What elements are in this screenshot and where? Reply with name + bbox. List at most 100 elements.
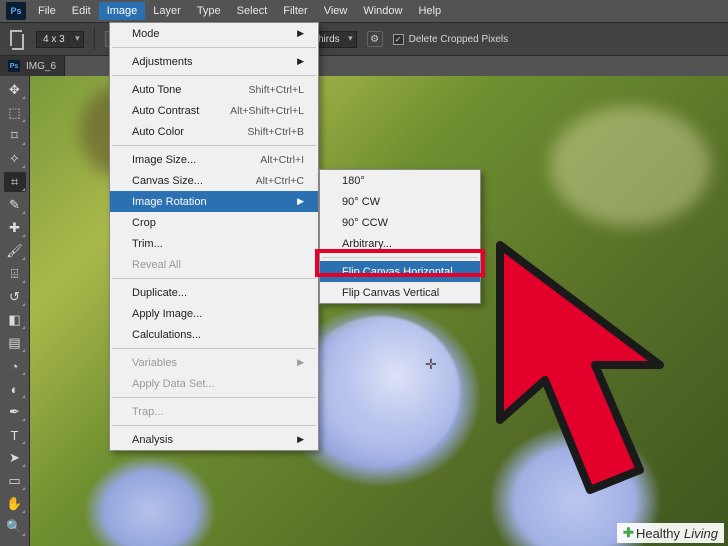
submenu-arrow-icon: ▶ <box>297 28 304 39</box>
marquee-tool[interactable]: ⬚ <box>4 103 26 123</box>
menu-edit[interactable]: Edit <box>64 2 99 20</box>
image-menu-item[interactable]: Adjustments ▶ <box>110 51 318 72</box>
menu-item-label: Adjustments <box>132 56 193 68</box>
menu-shortcut: Alt+Ctrl+I <box>260 154 304 166</box>
pen-tool[interactable]: ✒ <box>4 402 26 422</box>
menu-item-label: 90° CCW <box>342 217 388 229</box>
menu-item-label: Canvas Size... <box>132 175 203 187</box>
document-tab[interactable]: Ps IMG_6 <box>0 56 65 76</box>
wand-tool[interactable]: ✧ <box>4 149 26 169</box>
rectangle-tool[interactable]: ▭ <box>4 471 26 491</box>
lasso-tool[interactable]: ⌑ <box>4 126 26 146</box>
menu-layer[interactable]: Layer <box>145 2 189 20</box>
bg-blur <box>550 106 710 226</box>
rotation-menu-item[interactable]: 90° CW <box>320 191 480 212</box>
menu-shortcut: Alt+Ctrl+C <box>256 175 304 187</box>
crop-tool[interactable]: ⌗ <box>4 172 26 192</box>
tools-panel: ✥ ⬚ ⌑ ✧ ⌗ ✎ ✚ 🖌 ⌹ ↺ ◧ ▤ ◔ ◐ ✒ T ➤ ▭ ✋ 🔍 <box>0 76 30 546</box>
menu-item-label: Image Rotation <box>132 196 207 208</box>
menu-separator <box>112 145 316 146</box>
delete-cropped-label: Delete Cropped Pixels <box>409 34 509 45</box>
image-menu-item[interactable]: Mode ▶ <box>110 23 318 44</box>
hand-tool[interactable]: ✋ <box>4 494 26 514</box>
image-menu: Mode▶Adjustments▶Auto ToneShift+Ctrl+LAu… <box>109 22 319 451</box>
delete-cropped-checkbox[interactable]: ✓ <box>393 34 404 45</box>
image-menu-item: Variables▶ <box>110 352 318 373</box>
menu-item-label: Arbitrary... <box>342 238 392 250</box>
menu-shortcut: Shift+Ctrl+B <box>247 126 304 138</box>
menu-item-label: Crop <box>132 217 156 229</box>
rotation-menu-item[interactable]: Flip Canvas Horizontal <box>320 261 480 282</box>
menubar: Ps FileEditImageLayerTypeSelectFilterVie… <box>0 0 728 22</box>
image-menu-item[interactable]: Trim... <box>110 233 318 254</box>
menu-view[interactable]: View <box>316 2 356 20</box>
image-menu-item[interactable]: Canvas Size... Alt+Ctrl+C <box>110 170 318 191</box>
move-tool[interactable]: ✥ <box>4 80 26 100</box>
rotation-menu-item[interactable]: 180° <box>320 170 480 191</box>
menu-item-label: Flip Canvas Vertical <box>342 287 439 299</box>
menu-item-label: Duplicate... <box>132 287 187 299</box>
image-menu-item[interactable]: Calculations... <box>110 324 318 345</box>
dodge-tool[interactable]: ◐ <box>4 379 26 399</box>
history-brush-tool[interactable]: ↺ <box>4 287 26 307</box>
menu-separator <box>322 257 478 258</box>
image-menu-item[interactable]: Auto ContrastAlt+Shift+Ctrl+L <box>110 100 318 121</box>
eyedropper-tool[interactable]: ✎ <box>4 195 26 215</box>
menu-item-label: Image Size... <box>132 154 196 166</box>
rotation-menu-item[interactable]: 90° CCW <box>320 212 480 233</box>
menu-item-label: Apply Image... <box>132 308 202 320</box>
menu-separator <box>112 75 316 76</box>
image-menu-item[interactable]: Image Size... Alt+Ctrl+I <box>110 149 318 170</box>
menu-filter[interactable]: Filter <box>275 2 315 20</box>
image-menu-item[interactable]: Auto ColorShift+Ctrl+B <box>110 121 318 142</box>
menu-item-label: Calculations... <box>132 329 201 341</box>
image-menu-item[interactable]: Auto Tone Shift+Ctrl+L <box>110 79 318 100</box>
menu-shortcut: Shift+Ctrl+L <box>249 84 304 96</box>
zoom-tool[interactable]: 🔍 <box>4 517 26 537</box>
stamp-tool[interactable]: ⌹ <box>4 264 26 284</box>
menu-item-label: 90° CW <box>342 196 380 208</box>
menu-select[interactable]: Select <box>229 2 276 20</box>
rotation-menu-item[interactable]: Flip Canvas Vertical <box>320 282 480 303</box>
image-content <box>85 456 215 546</box>
type-tool[interactable]: T <box>4 425 26 445</box>
menu-item-label: Auto Tone <box>132 84 181 96</box>
menu-item-label: Trim... <box>132 238 163 250</box>
gradient-tool[interactable]: ▤ <box>4 333 26 353</box>
image-menu-item[interactable]: Image Rotation▶ <box>110 191 318 212</box>
image-menu-item[interactable]: Analysis▶ <box>110 429 318 450</box>
submenu-arrow-icon: ▶ <box>297 56 304 67</box>
separator <box>94 28 95 50</box>
image-menu-item[interactable]: Duplicate... <box>110 282 318 303</box>
aspect-ratio-select[interactable]: 4 x 3 <box>36 31 84 48</box>
menu-separator <box>112 425 316 426</box>
menu-image[interactable]: Image <box>99 2 146 20</box>
path-select-tool[interactable]: ➤ <box>4 448 26 468</box>
menu-item-label: Variables <box>132 357 177 369</box>
menu-separator <box>112 348 316 349</box>
watermark-text2: Living <box>684 526 718 541</box>
menu-item-label: Mode <box>132 28 160 40</box>
menu-file[interactable]: File <box>30 2 64 20</box>
plus-icon: ✚ <box>623 525 634 541</box>
menu-separator <box>112 278 316 279</box>
rotation-menu-item[interactable]: Arbitrary... <box>320 233 480 254</box>
image-menu-item[interactable]: Apply Image... <box>110 303 318 324</box>
image-menu-item: Trap... <box>110 401 318 422</box>
submenu-arrow-icon: ▶ <box>297 434 304 445</box>
image-menu-item: Apply Data Set... <box>110 373 318 394</box>
menu-item-label: 180° <box>342 175 365 187</box>
menu-help[interactable]: Help <box>410 2 449 20</box>
menu-window[interactable]: Window <box>355 2 410 20</box>
menu-item-label: Trap... <box>132 406 163 418</box>
healing-tool[interactable]: ✚ <box>4 218 26 238</box>
ps-doc-icon: Ps <box>8 60 20 72</box>
image-menu-item[interactable]: Crop <box>110 212 318 233</box>
gear-icon[interactable]: ⚙ <box>367 31 383 47</box>
menu-type[interactable]: Type <box>189 2 229 20</box>
eraser-tool[interactable]: ◧ <box>4 310 26 330</box>
watermark-text1: Healthy <box>636 526 680 541</box>
brush-tool[interactable]: 🖌 <box>4 241 26 261</box>
blur-tool[interactable]: ◔ <box>4 356 26 376</box>
menu-separator <box>112 47 316 48</box>
